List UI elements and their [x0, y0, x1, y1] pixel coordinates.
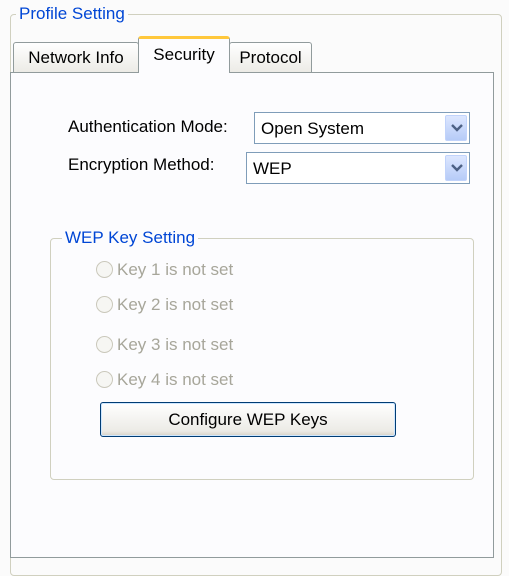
radio-icon[interactable] [96, 296, 113, 313]
radio-icon[interactable] [96, 261, 113, 278]
key-1-label: Key 1 is not set [117, 260, 234, 279]
chevron-down-icon[interactable] [445, 115, 467, 141]
tab-network-info[interactable]: Network Info [13, 42, 139, 72]
key-2-label: Key 2 is not set [117, 295, 234, 314]
key-4-label: Key 4 is not set [117, 370, 234, 389]
authentication-mode-value: Open System [261, 119, 364, 138]
tab-security[interactable]: Security [138, 36, 230, 73]
encryption-method-value: WEP [253, 159, 292, 178]
tab-protocol[interactable]: Protocol [229, 42, 312, 72]
configure-wep-keys-button[interactable]: Configure WEP Keys [100, 402, 396, 437]
profile-setting-title: Profile Setting [16, 3, 128, 25]
radio-icon[interactable] [96, 371, 113, 388]
radio-icon[interactable] [96, 336, 113, 353]
authentication-mode-select[interactable]: Open System [254, 112, 470, 144]
encryption-method-select[interactable]: WEP [246, 152, 470, 184]
encryption-method-label: Encryption Method: [68, 155, 215, 174]
chevron-down-icon[interactable] [445, 155, 467, 181]
wep-key-setting-group [50, 238, 474, 480]
authentication-mode-label: Authentication Mode: [68, 117, 228, 136]
wep-key-setting-title: WEP Key Setting [62, 227, 199, 249]
key-3-label: Key 3 is not set [117, 335, 234, 354]
